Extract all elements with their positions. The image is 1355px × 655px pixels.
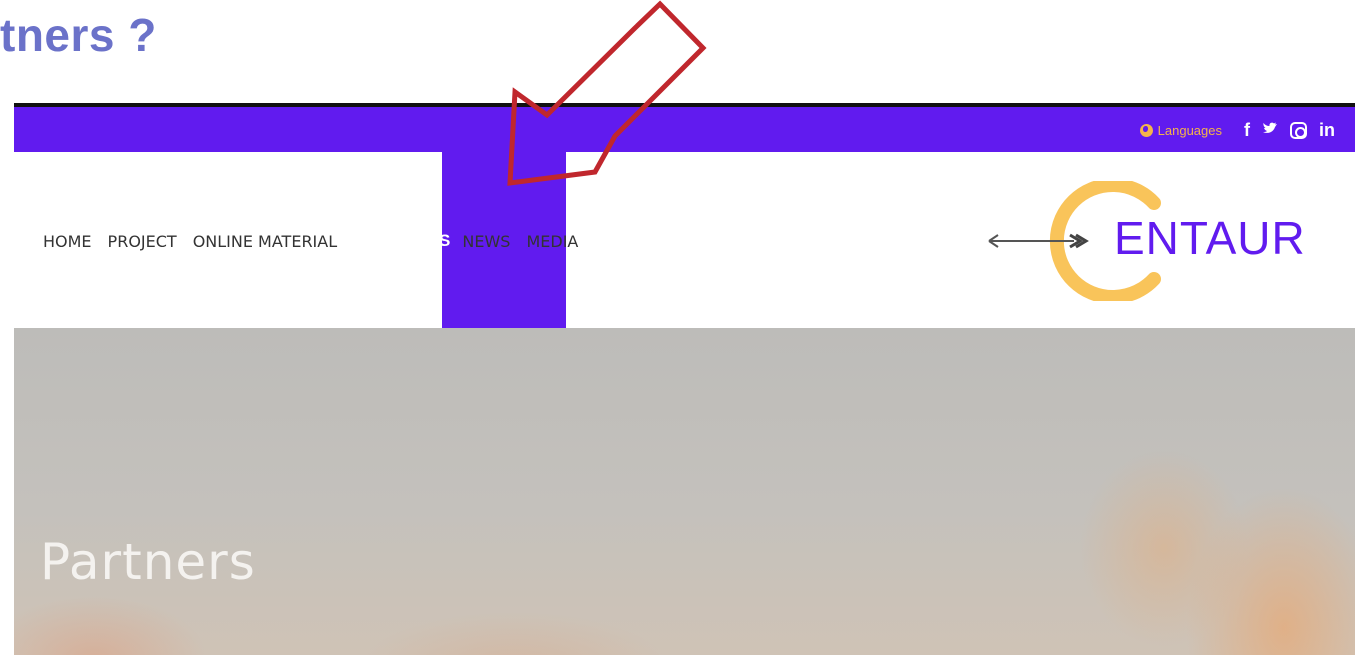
twitter-icon[interactable] <box>1262 121 1278 139</box>
linkedin-icon[interactable]: in <box>1319 121 1335 139</box>
languages-label: Languages <box>1157 122 1222 138</box>
nav-item-online-material[interactable]: ONLINE MATERIAL <box>193 232 337 251</box>
hero-title: Partners <box>40 533 256 591</box>
nav-item-partners[interactable]: PARTNERS <box>358 231 450 251</box>
top-bar-right: Languages f in <box>1139 121 1335 139</box>
instagram-icon[interactable] <box>1290 121 1307 139</box>
centaur-logo[interactable]: ENTAUR <box>984 178 1344 304</box>
main-nav: HOME PROJECT ONLINE MATERIAL PARTNERS NE… <box>43 231 594 251</box>
nav-item-news[interactable]: NEWS <box>462 232 510 251</box>
annotation-arrow-icon <box>507 0 707 186</box>
languages-menu[interactable]: Languages <box>1139 122 1222 138</box>
nav-item-home[interactable]: HOME <box>43 232 92 251</box>
logo-text: ENTAUR <box>1114 212 1306 264</box>
hero-banner: Partners <box>14 328 1355 655</box>
nav-item-project[interactable]: PROJECT <box>108 232 177 251</box>
slide-title: tners ? <box>0 9 157 61</box>
globe-icon <box>1139 123 1153 137</box>
nav-item-media[interactable]: MEDIA <box>526 232 578 251</box>
facebook-icon[interactable]: f <box>1244 121 1250 139</box>
